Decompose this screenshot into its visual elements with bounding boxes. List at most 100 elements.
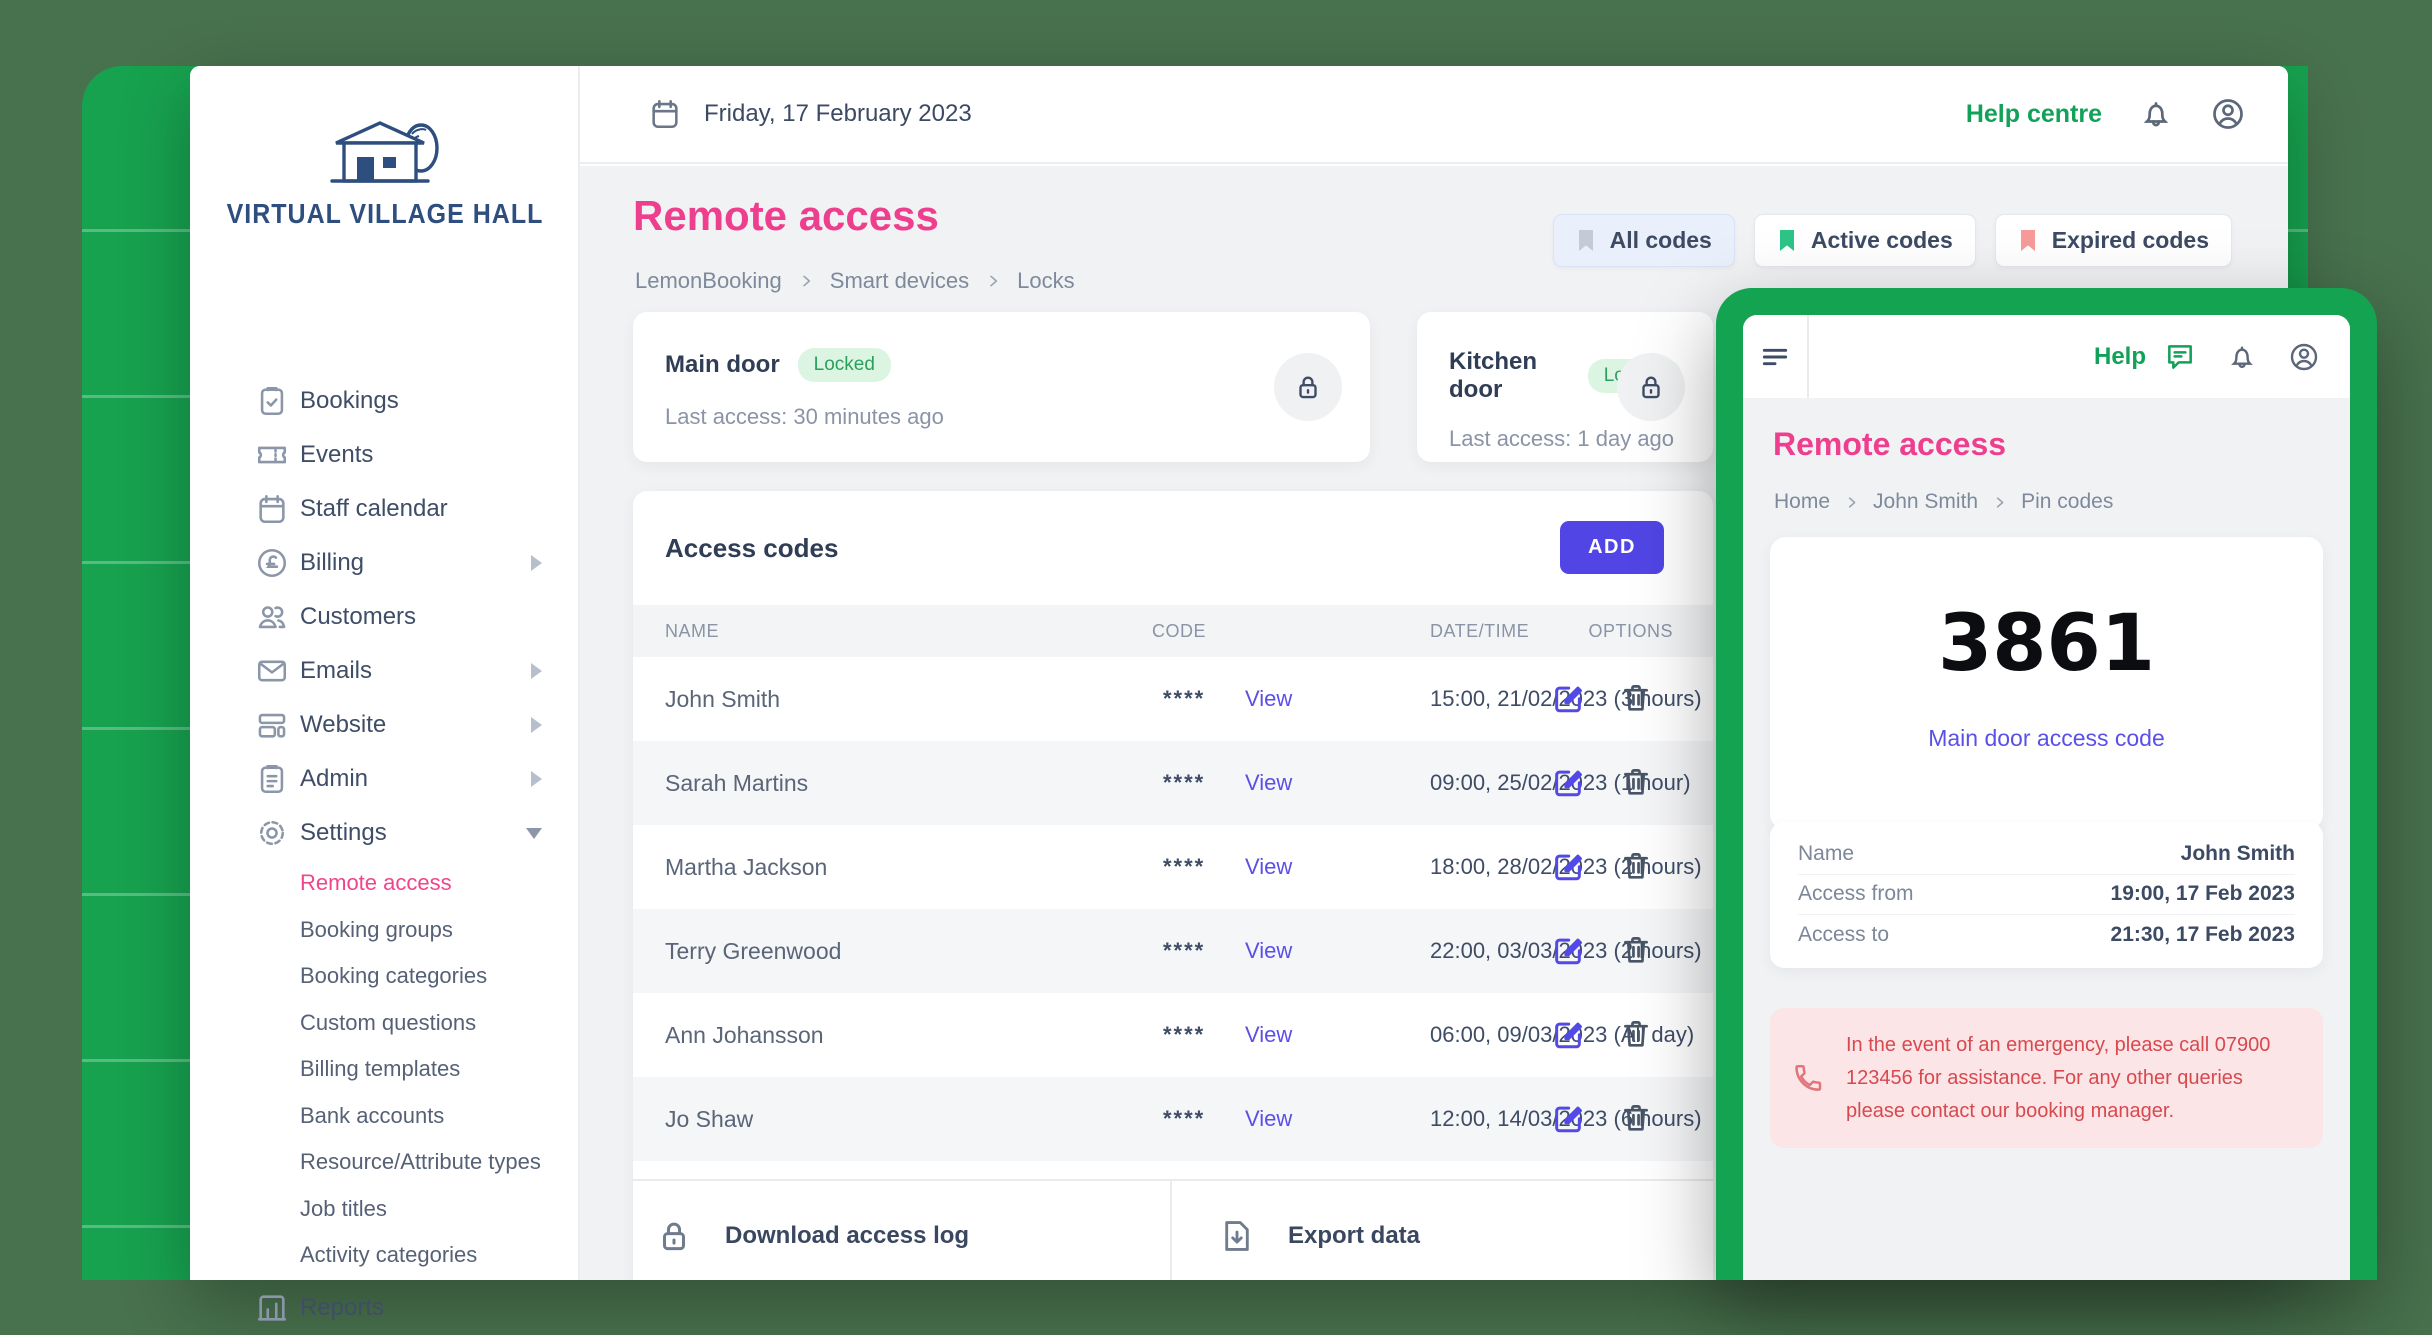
trash-icon[interactable] (1619, 933, 1653, 967)
submenu-item-bank-accounts[interactable]: Bank accounts (190, 1093, 580, 1140)
export-data-button[interactable]: Export data (1218, 1217, 1420, 1255)
sidebar-nav: Bookings Events Staff calendar Billing (190, 374, 580, 1335)
sidebar-item-billing[interactable]: Billing (190, 536, 580, 590)
locked-badge: Locked (798, 348, 891, 382)
edit-icon[interactable] (1551, 1101, 1585, 1135)
table-row: Terry Greenwood **** View 22:00, 03/03/2… (633, 909, 1713, 993)
bookmark-icon (2018, 229, 2038, 253)
trash-icon[interactable] (1619, 1101, 1653, 1135)
sidebar-item-events[interactable]: Events (190, 428, 580, 482)
chevron-right-icon (985, 273, 1001, 289)
breadcrumb-item[interactable]: Smart devices (830, 268, 969, 294)
access-codes-card: Access codes ADD NAME CODE DATE/TIME OPT… (633, 491, 1713, 1280)
lock-button[interactable] (1274, 353, 1342, 421)
pin-code-label-link[interactable]: Main door access code (1770, 725, 2323, 752)
help-centre-link[interactable]: Help centre (1966, 100, 2102, 129)
table-row: Jo Shaw **** View 12:00, 14/03/2023 (6 h… (633, 1077, 1713, 1161)
view-link[interactable]: View (1245, 686, 1292, 712)
current-date: Friday, 17 February 2023 (648, 97, 972, 131)
chip-label: Active codes (1811, 227, 1953, 254)
submenu-item-billing-templates[interactable]: Billing templates (190, 1046, 580, 1093)
cell-code: **** (1163, 938, 1205, 964)
phone-header: Help (1743, 315, 2350, 398)
phone-help-link[interactable]: Help (2094, 343, 2146, 371)
breadcrumb-item[interactable]: Home (1774, 490, 1830, 514)
trash-icon[interactable] (1619, 765, 1653, 799)
sidebar-item-reports[interactable]: Reports (190, 1281, 580, 1335)
user-avatar-icon[interactable] (2210, 96, 2246, 132)
view-link[interactable]: View (1245, 1106, 1292, 1132)
detail-value: 21:30, 17 Feb 2023 (2111, 923, 2295, 947)
edit-icon[interactable] (1551, 765, 1585, 799)
trash-icon[interactable] (1619, 849, 1653, 883)
door-name: Kitchen door (1449, 348, 1570, 404)
sidebar-item-customers[interactable]: Customers (190, 590, 580, 644)
view-link[interactable]: View (1245, 770, 1292, 796)
edit-icon[interactable] (1551, 681, 1585, 715)
detail-value: John Smith (2181, 842, 2295, 866)
footer-action-label: Download access log (725, 1222, 969, 1250)
sidebar-item-staff-calendar[interactable]: Staff calendar (190, 482, 580, 536)
sidebar-item-label: Admin (300, 765, 368, 793)
bell-icon[interactable] (2138, 96, 2174, 132)
calendar-icon (648, 97, 682, 131)
chip-expired-codes[interactable]: Expired codes (1995, 214, 2232, 267)
sidebar-item-bookings[interactable]: Bookings (190, 374, 580, 428)
chip-all-codes[interactable]: All codes (1553, 214, 1735, 267)
table-header: NAME CODE DATE/TIME OPTIONS (633, 605, 1713, 657)
breadcrumb-item[interactable]: Pin codes (2021, 490, 2113, 514)
door-card-kitchen: Kitchen door Locked Last access: 1 day a… (1417, 312, 1713, 462)
view-link[interactable]: View (1245, 938, 1292, 964)
detail-value: 19:00, 17 Feb 2023 (2111, 882, 2295, 906)
topbar-actions: Help centre (1966, 96, 2246, 132)
submenu-item-booking-categories[interactable]: Booking categories (190, 953, 580, 1000)
sidebar-item-admin[interactable]: Admin (190, 752, 580, 806)
sidebar-item-label: Billing (300, 549, 364, 577)
sidebar-item-settings[interactable]: Settings (190, 806, 580, 860)
chip-active-codes[interactable]: Active codes (1754, 214, 1976, 267)
submenu-item-activity-categories[interactable]: Activity categories (190, 1232, 580, 1279)
submenu-item-resource-attribute-types[interactable]: Resource/Attribute types (190, 1139, 580, 1186)
user-avatar-icon[interactable] (2288, 341, 2320, 373)
door-card-main: Main door Locked Last access: 30 minutes… (633, 312, 1370, 462)
sidebar-item-emails[interactable]: Emails (190, 644, 580, 698)
trash-icon[interactable] (1619, 681, 1653, 715)
clipboard-check-icon (255, 384, 289, 418)
breadcrumb-item[interactable]: John Smith (1873, 490, 1978, 514)
sidebar-item-label: Staff calendar (300, 495, 448, 523)
gear-icon (255, 816, 289, 850)
view-link[interactable]: View (1245, 854, 1292, 880)
submenu-item-booking-groups[interactable]: Booking groups (190, 907, 580, 954)
add-button[interactable]: ADD (1560, 521, 1664, 574)
detail-row: Access to 21:30, 17 Feb 2023 (1798, 915, 2295, 956)
edit-icon[interactable] (1551, 933, 1585, 967)
cell-name: John Smith (665, 686, 780, 713)
trash-icon[interactable] (1619, 1017, 1653, 1051)
lock-button[interactable] (1617, 353, 1685, 421)
cell-name: Martha Jackson (665, 854, 827, 881)
sidebar-item-label: Customers (300, 603, 416, 631)
sidebar-item-website[interactable]: Website (190, 698, 580, 752)
breadcrumb-item[interactable]: LemonBooking (635, 268, 782, 294)
view-link[interactable]: View (1245, 1022, 1292, 1048)
download-access-log-button[interactable]: Download access log (655, 1217, 969, 1255)
submenu-item-custom-questions[interactable]: Custom questions (190, 1000, 580, 1047)
menu-button[interactable] (1743, 315, 1809, 398)
submenu-item-job-titles[interactable]: Job titles (190, 1186, 580, 1233)
hamburger-icon (1759, 341, 1791, 373)
pin-code-card: 3861 Main door access code (1770, 537, 2323, 830)
cell-name: Sarah Martins (665, 770, 808, 797)
breadcrumb-item[interactable]: Locks (1017, 268, 1074, 294)
door-last-access: Last access: 1 day ago (1449, 426, 1681, 452)
chevron-right-icon (531, 555, 542, 571)
logo: VIRTUAL VILLAGE HALL (190, 116, 580, 229)
chat-bubble-icon[interactable] (2164, 341, 2196, 373)
chevron-right-icon (798, 273, 814, 289)
edit-icon[interactable] (1551, 849, 1585, 883)
submenu-item-remote-access[interactable]: Remote access (190, 860, 580, 907)
access-details-card: Name John Smith Access from 19:00, 17 Fe… (1770, 822, 2323, 968)
page-title: Remote access (633, 192, 939, 240)
chevron-right-icon (531, 771, 542, 787)
bell-icon[interactable] (2226, 341, 2258, 373)
edit-icon[interactable] (1551, 1017, 1585, 1051)
